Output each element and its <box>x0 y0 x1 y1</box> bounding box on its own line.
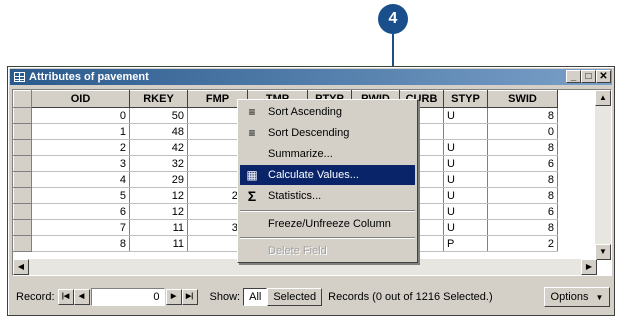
table-cell-styp[interactable]: U <box>443 187 488 204</box>
table-cell-oid[interactable]: 7 <box>31 219 130 236</box>
previous-record-icon[interactable]: ◀ <box>73 289 90 305</box>
table-cell-swid[interactable]: 6 <box>487 203 558 220</box>
menu-item-freeze-unfreeze[interactable]: Freeze/Unfreeze Column <box>240 214 415 234</box>
column-context-menu: ≡ Sort Ascending ≡ Sort Descending Summa… <box>237 99 418 263</box>
table-cell-rkey[interactable]: 12 <box>129 203 188 220</box>
minimize-button[interactable]: _ <box>566 70 581 83</box>
table-cell-rkey[interactable]: 12 <box>129 187 188 204</box>
table-cell-styp[interactable]: U <box>443 219 488 236</box>
show-selected-button[interactable]: Selected <box>267 288 323 306</box>
table-cell-swid[interactable]: 6 <box>487 155 558 172</box>
maximize-button[interactable]: □ <box>581 70 596 83</box>
column-header-oid[interactable]: OID <box>31 90 130 108</box>
chevron-down-icon: ▼ <box>595 293 604 302</box>
calculator-icon: ▦ <box>246 168 258 182</box>
table-cell-styp[interactable]: U <box>443 171 488 188</box>
row-selector[interactable] <box>13 155 32 172</box>
menu-item-sort-descending[interactable]: ≡ Sort Descending <box>240 123 415 143</box>
table-cell-styp[interactable] <box>443 123 488 140</box>
row-selector[interactable] <box>13 203 32 220</box>
record-navigation-bar: Record: |◀ ◀ 0 ▶ ▶| Show: All Selected R… <box>12 283 612 311</box>
menu-item-sort-ascending[interactable]: ≡ Sort Ascending <box>240 102 415 122</box>
column-header-rkey[interactable]: RKEY <box>129 90 188 108</box>
show-label: Show: <box>209 291 241 303</box>
table-cell-styp[interactable]: P <box>443 235 488 252</box>
sort-ascending-icon: ≡ <box>248 105 256 119</box>
table-icon <box>14 72 25 82</box>
table-cell-oid[interactable]: 4 <box>31 171 130 188</box>
row-selector[interactable] <box>13 235 32 252</box>
scroll-left-icon[interactable]: ◀ <box>13 259 29 275</box>
menu-item-label: Freeze/Unfreeze Column <box>268 218 391 230</box>
column-header-styp[interactable]: STYP <box>443 90 488 108</box>
close-button[interactable]: ✕ <box>596 70 611 83</box>
last-record-icon[interactable]: ▶| <box>181 289 198 305</box>
table-cell-rkey[interactable]: 32 <box>129 155 188 172</box>
table-cell-rkey[interactable]: 50 <box>129 107 188 124</box>
table-cell-rkey[interactable]: 42 <box>129 139 188 156</box>
window-title: Attributes of pavement <box>29 71 149 83</box>
row-selector[interactable] <box>13 123 32 140</box>
menu-item-label: Statistics... <box>268 190 322 202</box>
first-record-icon[interactable]: |◀ <box>57 289 74 305</box>
row-selector-header[interactable] <box>13 90 32 108</box>
sort-descending-icon: ≡ <box>248 126 256 140</box>
menu-item-calculate-values[interactable]: ▦ Calculate Values... <box>240 165 415 185</box>
table-cell-rkey[interactable]: 11 <box>129 235 188 252</box>
scroll-down-icon[interactable]: ▼ <box>595 244 611 260</box>
table-cell-oid[interactable]: 1 <box>31 123 130 140</box>
menu-item-statistics[interactable]: Σ Statistics... <box>240 186 415 206</box>
table-cell-oid[interactable]: 2 <box>31 139 130 156</box>
options-label: Options <box>550 291 589 303</box>
title-bar[interactable]: Attributes of pavement _ □ ✕ <box>10 69 612 85</box>
menu-item-summarize[interactable]: Summarize... <box>240 144 415 164</box>
menu-item-label: Delete Field <box>268 245 327 257</box>
next-record-icon[interactable]: ▶ <box>165 289 182 305</box>
column-header-swid[interactable]: SWID <box>487 90 558 108</box>
table-cell-swid[interactable]: 8 <box>487 171 558 188</box>
table-cell-swid[interactable]: 2 <box>487 235 558 252</box>
table-cell-rkey[interactable]: 48 <box>129 123 188 140</box>
table-cell-swid[interactable]: 8 <box>487 107 558 124</box>
row-selector[interactable] <box>13 107 32 124</box>
row-selector[interactable] <box>13 171 32 188</box>
table-cell-oid[interactable]: 0 <box>31 107 130 124</box>
record-label: Record: <box>16 291 55 303</box>
menu-item-label: Summarize... <box>268 148 333 160</box>
show-all-button[interactable]: All <box>243 288 268 306</box>
options-button[interactable]: Options ▼ <box>544 287 610 307</box>
table-cell-rkey[interactable]: 29 <box>129 171 188 188</box>
table-cell-oid[interactable]: 8 <box>31 235 130 252</box>
table-cell-oid[interactable]: 6 <box>31 203 130 220</box>
table-cell-rkey[interactable]: 11 <box>129 219 188 236</box>
menu-item-label: Sort Descending <box>268 127 350 139</box>
scroll-right-icon[interactable]: ▶ <box>581 259 597 275</box>
table-cell-oid[interactable]: 3 <box>31 155 130 172</box>
row-selector[interactable] <box>13 139 32 156</box>
record-number-input[interactable]: 0 <box>90 288 165 306</box>
step-callout: 4 <box>378 4 408 34</box>
table-cell-styp[interactable]: U <box>443 107 488 124</box>
menu-item-label: Calculate Values... <box>268 169 359 181</box>
scroll-up-icon[interactable]: ▲ <box>595 90 611 106</box>
table-cell-oid[interactable]: 5 <box>31 187 130 204</box>
table-cell-styp[interactable]: U <box>443 139 488 156</box>
menu-item-label: Sort Ascending <box>268 106 342 118</box>
table-cell-swid[interactable]: 8 <box>487 187 558 204</box>
menu-item-delete-field: Delete Field <box>240 241 415 261</box>
records-status: Records (0 out of 1216 Selected.) <box>328 291 493 303</box>
table-cell-swid[interactable]: 8 <box>487 139 558 156</box>
table-cell-styp[interactable]: U <box>443 203 488 220</box>
table-cell-styp[interactable]: U <box>443 155 488 172</box>
menu-separator <box>240 237 415 239</box>
row-selector[interactable] <box>13 187 32 204</box>
table-cell-swid[interactable]: 0 <box>487 123 558 140</box>
vertical-scrollbar[interactable]: ▲ ▼ <box>595 90 611 260</box>
table-cell-swid[interactable]: 8 <box>487 219 558 236</box>
sigma-icon: Σ <box>247 188 257 204</box>
menu-separator <box>240 210 415 212</box>
row-selector[interactable] <box>13 219 32 236</box>
